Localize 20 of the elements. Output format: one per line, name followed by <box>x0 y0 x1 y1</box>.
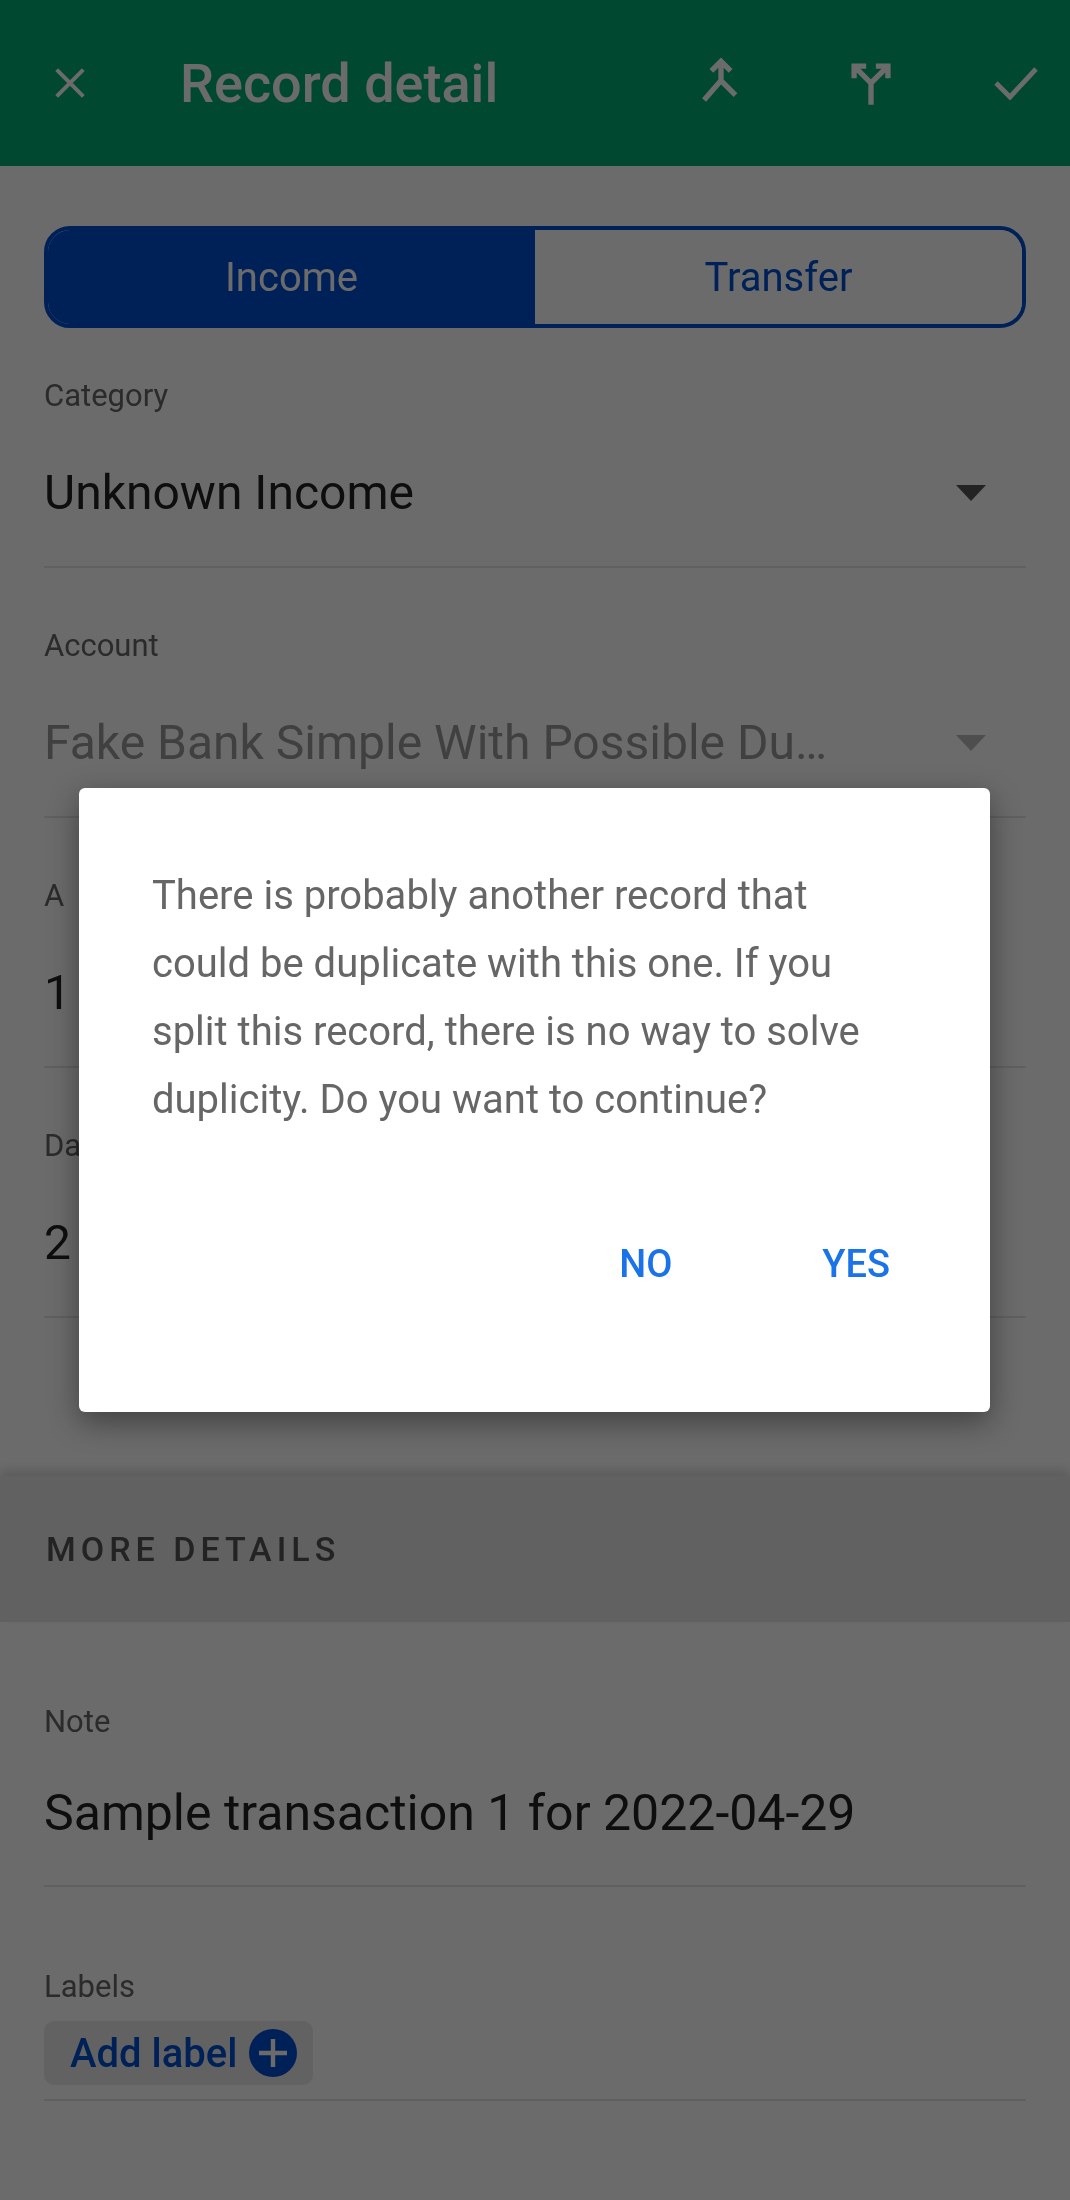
dropdown-arrow-icon <box>956 734 986 751</box>
field-label: Note <box>44 1702 111 1742</box>
type-tab[interactable]: Income <box>48 230 535 324</box>
dialog-button[interactable]: YES <box>822 1234 890 1294</box>
field-label: Category <box>44 376 169 416</box>
field-value: 2 <box>44 1214 71 1271</box>
add-label-button[interactable]: Add label <box>44 2021 314 2085</box>
field-label: Labels <box>44 1967 135 2007</box>
dialog-message: There is probably another record that could be duplicate with this one. If you split this record, there is no way to solve duplicity. Do you want to continue? <box>152 871 861 1125</box>
section-title: MORE DETAILS <box>46 1529 341 1569</box>
dialog-button[interactable]: NO <box>619 1234 673 1294</box>
dropdown-arrow-icon <box>956 484 986 501</box>
dropdown-value[interactable]: Unknown Income <box>44 464 414 521</box>
note-value[interactable]: Sample transaction 1 for 2022-04-29 <box>44 1784 1026 1842</box>
screen-title: Record detail <box>180 51 500 115</box>
field-value: 1 <box>44 964 71 1021</box>
field-label: A <box>44 876 65 916</box>
field-label: Account <box>44 626 159 666</box>
plus-icon <box>249 2029 298 2077</box>
field-label: Da <box>44 1126 82 1166</box>
